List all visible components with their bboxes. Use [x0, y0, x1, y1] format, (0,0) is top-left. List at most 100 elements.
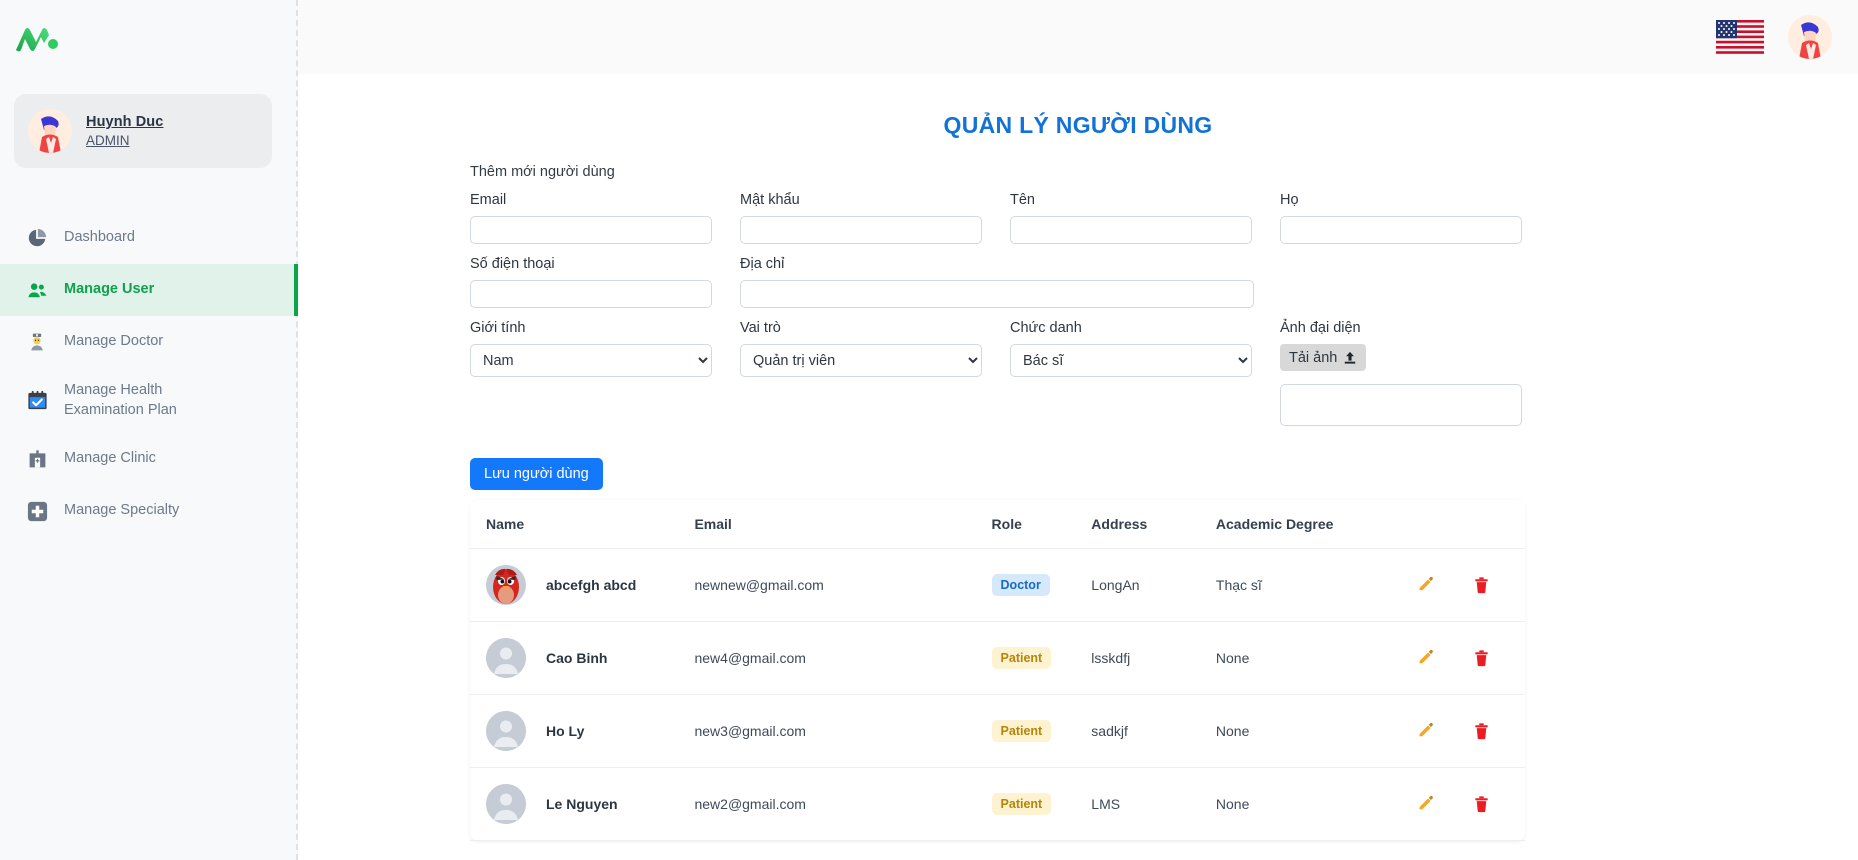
- column-header-address: Address: [1091, 500, 1216, 549]
- user-address: sadkjf: [1091, 694, 1216, 768]
- column-header-actions: [1415, 500, 1525, 549]
- pencil-icon[interactable]: [1415, 648, 1435, 668]
- profile-role: ADMIN: [86, 133, 130, 148]
- field-email: Email: [470, 192, 712, 244]
- avatar-preview[interactable]: [1280, 384, 1522, 426]
- sidebar-item-manage-doctor[interactable]: Manage Doctor: [0, 316, 296, 368]
- role-select[interactable]: Quản trị viên: [740, 344, 982, 377]
- user-degree: None: [1215, 694, 1416, 768]
- us-flag-icon[interactable]: [1716, 20, 1764, 54]
- main-area: QUẢN LÝ NGƯỜI DÙNG Thêm mới người dùng E…: [298, 0, 1858, 860]
- field-firstname: Tên: [1010, 192, 1252, 244]
- sidebar-item-label: Manage Doctor: [64, 333, 164, 350]
- user-name: Ho Ly: [546, 723, 585, 739]
- form-row-2: Số điện thoại Địa chỉ: [470, 256, 1698, 308]
- status-badge: Patient: [991, 793, 1052, 815]
- user-address: LMS: [1091, 767, 1216, 841]
- trash-icon[interactable]: [1471, 575, 1491, 595]
- field-gender: Giới tính Nam: [470, 320, 712, 426]
- field-lastname: Họ: [1280, 192, 1522, 244]
- user-name: Le Nguyen: [546, 796, 618, 812]
- m-logo-icon: [16, 28, 58, 52]
- user-address: LongAn: [1091, 548, 1216, 622]
- user-degree: None: [1215, 767, 1416, 841]
- field-address: Địa chỉ: [740, 256, 1254, 308]
- column-header-role: Role: [991, 500, 1092, 549]
- table-header-row: Name Email Role Address Academic Degree: [470, 500, 1525, 549]
- phone-input[interactable]: [470, 280, 712, 308]
- lastname-input[interactable]: [1280, 216, 1522, 244]
- trash-icon[interactable]: [1471, 648, 1491, 668]
- column-header-degree: Academic Degree: [1215, 500, 1416, 549]
- form-row-1: Email Mật khẩu Tên Họ: [470, 192, 1698, 244]
- table-body: abcefgh abcd newnew@gmail.com Doctor Lon…: [470, 548, 1525, 841]
- position-select[interactable]: Bác sĩ: [1010, 344, 1252, 377]
- field-phone: Số điện thoại: [470, 256, 712, 308]
- pie-chart-icon: [24, 225, 50, 251]
- calendar-check-icon: [24, 388, 50, 414]
- address-input[interactable]: [740, 280, 1254, 308]
- password-label: Mật khẩu: [740, 192, 800, 208]
- user-name: abcefgh abcd: [546, 577, 637, 593]
- column-header-email: Email: [694, 500, 992, 549]
- sidebar-item-manage-health-examination-plan[interactable]: Manage Health Examination Plan: [0, 368, 296, 433]
- sidebar-item-label: Manage Clinic: [64, 450, 156, 467]
- sidebar-item-label: Dashboard: [64, 229, 135, 246]
- user-email: newnew@gmail.com: [694, 548, 992, 622]
- status-badge: Doctor: [991, 574, 1050, 596]
- field-avatar-upload: Ảnh đại diện Tải ảnh: [1280, 320, 1522, 426]
- status-badge: Patient: [991, 647, 1052, 669]
- firstname-input[interactable]: [1010, 216, 1252, 244]
- status-badge: Patient: [991, 720, 1052, 742]
- user-avatar-icon: [1788, 15, 1832, 59]
- sidebar-nav: Dashboard Manage User Manage Doctor Mana…: [0, 212, 298, 537]
- sidebar-item-manage-user[interactable]: Manage User: [0, 264, 298, 316]
- table-row: abcefgh abcd newnew@gmail.com Doctor Lon…: [470, 548, 1525, 622]
- pencil-icon[interactable]: [1415, 575, 1435, 595]
- logo[interactable]: [0, 0, 296, 78]
- sidebar-item-label: Manage User: [64, 281, 155, 298]
- trash-icon[interactable]: [1471, 794, 1491, 814]
- upload-icon: [1345, 351, 1356, 364]
- pencil-icon[interactable]: [1415, 721, 1435, 741]
- sidebar-item-manage-clinic[interactable]: Manage Clinic: [0, 433, 296, 485]
- email-input[interactable]: [470, 216, 712, 244]
- topbar: [298, 0, 1858, 74]
- page-title: QUẢN LÝ NGƯỜI DÙNG: [943, 112, 1213, 138]
- trash-icon[interactable]: [1471, 721, 1491, 741]
- table-header: Name Email Role Address Academic Degree: [470, 500, 1525, 549]
- user-email: new4@gmail.com: [694, 621, 992, 695]
- table-row: Ho Ly new3@gmail.com Patient sadkjf None: [470, 694, 1525, 768]
- user-degree: None: [1215, 621, 1416, 695]
- user-address: lsskdfj: [1091, 621, 1216, 695]
- gender-label: Giới tính: [470, 320, 526, 336]
- clinic-icon: [24, 446, 50, 472]
- sidebar-item-label: Manage Specialty: [64, 502, 180, 519]
- table-row: Cao Binh new4@gmail.com Patient lsskdfj …: [470, 621, 1525, 695]
- sidebar: Huynh Duc ADMIN Dashboard Manage User Ma…: [0, 0, 298, 860]
- default-avatar: [486, 784, 526, 824]
- default-avatar: [486, 638, 526, 678]
- user-email: new2@gmail.com: [694, 767, 992, 841]
- password-input[interactable]: [740, 216, 982, 244]
- user-degree: Thạc sĩ: [1215, 548, 1416, 622]
- upload-button-label: Tải ảnh: [1289, 349, 1338, 366]
- address-label: Địa chỉ: [740, 256, 785, 272]
- column-header-name: Name: [470, 500, 695, 549]
- sidebar-item-dashboard[interactable]: Dashboard: [0, 212, 296, 264]
- gender-select[interactable]: Nam: [470, 344, 712, 377]
- phone-label: Số điện thoại: [470, 256, 555, 272]
- pencil-icon[interactable]: [1415, 794, 1435, 814]
- red-bird-avatar: [486, 565, 526, 605]
- upload-image-button[interactable]: Tải ảnh: [1280, 344, 1367, 371]
- field-password: Mật khẩu: [740, 192, 982, 244]
- table-row: Le Nguyen new2@gmail.com Patient LMS Non…: [470, 767, 1525, 841]
- sidebar-item-manage-specialty[interactable]: Manage Specialty: [0, 485, 296, 537]
- user-name: Cao Binh: [546, 650, 608, 666]
- doctor-icon: [24, 329, 50, 355]
- sidebar-profile-card[interactable]: Huynh Duc ADMIN: [14, 94, 272, 168]
- topbar-avatar[interactable]: [1788, 15, 1832, 59]
- avatar: [28, 109, 72, 153]
- sidebar-item-label: Manage Health Examination Plan: [64, 382, 177, 418]
- save-user-button[interactable]: Lưu người dùng: [470, 458, 603, 490]
